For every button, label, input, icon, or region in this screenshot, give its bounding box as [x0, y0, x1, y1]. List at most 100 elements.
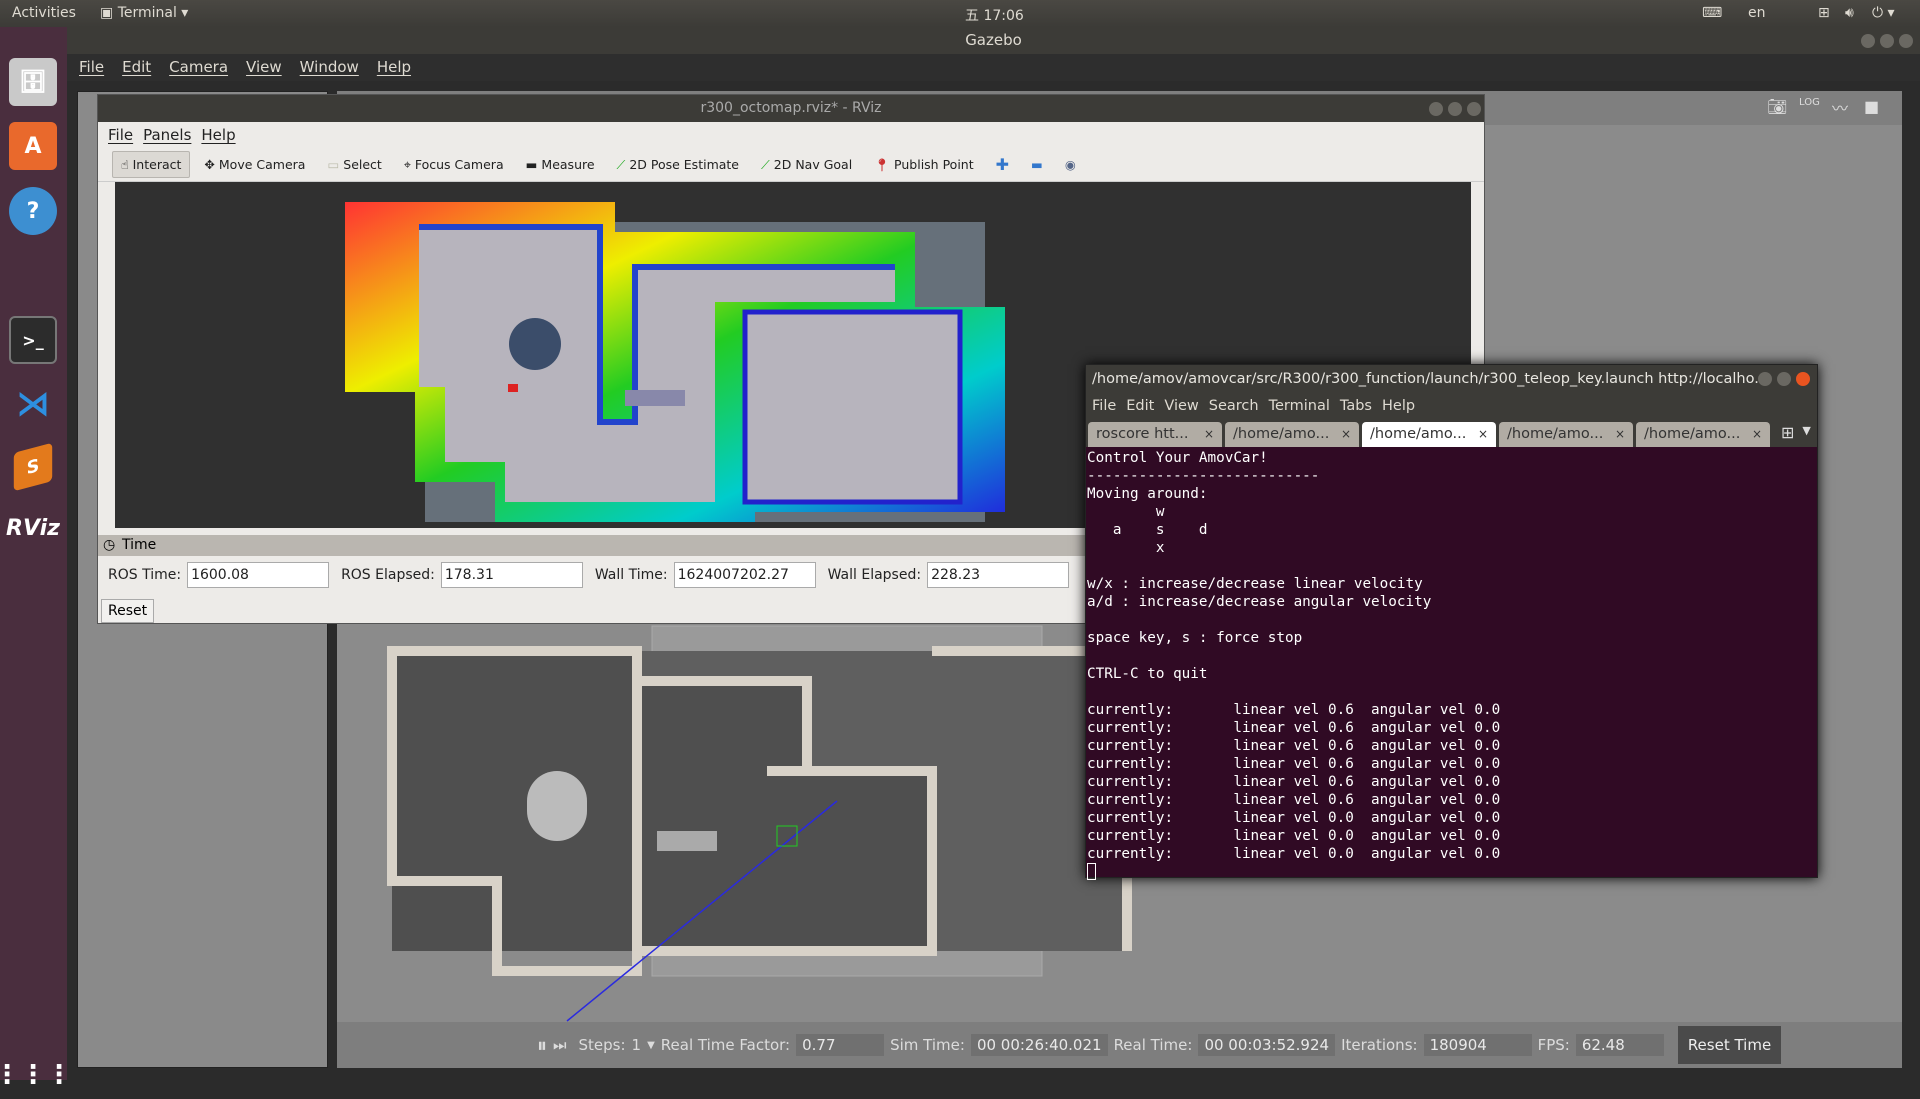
close-tab-icon[interactable]: × [1752, 422, 1762, 447]
tool-2d-nav-goal[interactable]: ⟋ 2D Nav Goal [753, 152, 860, 178]
tool-move-camera[interactable]: ✥ Move Camera [196, 152, 313, 177]
menu-window[interactable]: Window [300, 54, 359, 81]
maximize-button[interactable] [1880, 34, 1894, 48]
real-time-label: Real Time: [1113, 1036, 1193, 1054]
maximize-button[interactable] [1777, 372, 1791, 386]
keyboard-icon[interactable]: ⌨ [1702, 5, 1722, 21]
tabs-dropdown-icon[interactable]: ▼ [1802, 424, 1810, 447]
record-video-icon[interactable]: ■ [1864, 97, 1879, 116]
menu-help[interactable]: Help [1382, 398, 1415, 414]
app-name: Terminal [117, 5, 177, 21]
screenshot-icon[interactable]: 📷︎ [1767, 97, 1787, 116]
wall-time-label: Wall Time: [594, 567, 668, 583]
tool-label: Publish Point [894, 157, 974, 172]
help-icon[interactable]: ? [9, 187, 57, 235]
new-tab-icon[interactable]: ⊞ [1781, 423, 1794, 444]
tool-publish-point[interactable]: 📍︎ Publish Point [866, 152, 981, 178]
minimize-button[interactable] [1429, 102, 1443, 116]
tab-label: /home/amo... [1370, 426, 1467, 442]
terminal-title-bar: /home/amov/amovcar/src/R300/r300_functio… [1086, 365, 1817, 393]
tool-interact[interactable]: ☝ Interact [112, 151, 191, 178]
app-menu-terminal[interactable]: ▣ Terminal ▾ [100, 5, 188, 21]
rviz-label: RViz [6, 515, 60, 541]
terminal-icon[interactable]: >_ [9, 316, 57, 364]
tab-3-active[interactable]: /home/amo... × [1362, 422, 1496, 447]
plot-icon[interactable]: 〰 [1832, 95, 1848, 119]
close-tab-icon[interactable]: × [1615, 422, 1625, 447]
chevron-down-icon[interactable]: ▼ [647, 1040, 655, 1051]
wall-time-field[interactable]: 1624007202.27 [673, 562, 816, 588]
close-button[interactable] [1899, 34, 1913, 48]
activities-button[interactable]: Activities [12, 5, 76, 21]
menu-file[interactable]: File [1092, 398, 1116, 414]
tab-roscore[interactable]: roscore htt... × [1088, 422, 1222, 447]
add-tool-button[interactable]: ✚ [988, 150, 1017, 179]
sublime-icon[interactable]: S [13, 442, 53, 492]
menu-view[interactable]: View [246, 54, 282, 81]
ros-time-label: ROS Time: [108, 567, 182, 583]
reset-button[interactable]: Reset [101, 599, 155, 623]
close-tab-icon[interactable]: × [1204, 422, 1214, 447]
menu-file[interactable]: File [108, 122, 133, 148]
language-selector[interactable]: en [1748, 5, 1766, 21]
top-bar: Activities ▣ Terminal ▾ 五 17:06 ⌨ en ⊞ 🔊… [0, 0, 1920, 27]
menu-help[interactable]: Help [377, 54, 411, 81]
minimize-button[interactable] [1861, 34, 1875, 48]
close-button[interactable] [1796, 372, 1810, 386]
tool-2d-pose-estimate[interactable]: ⟋ 2D Pose Estimate [609, 152, 747, 178]
clock[interactable]: 五 17:06 [965, 5, 1024, 25]
map-pin-icon: 📍︎ [874, 156, 891, 172]
menu-help[interactable]: Help [201, 122, 235, 148]
close-tab-icon[interactable]: × [1478, 422, 1488, 447]
rtf-label: Real Time Factor: [660, 1036, 791, 1054]
close-tab-icon[interactable]: × [1341, 422, 1351, 447]
ros-time-field[interactable]: 1600.08 [187, 562, 330, 588]
tab-2[interactable]: /home/amo... × [1225, 422, 1359, 447]
menu-terminal[interactable]: Terminal [1269, 398, 1330, 414]
fps-label: FPS: [1537, 1036, 1570, 1054]
menu-panels[interactable]: Panels [143, 122, 191, 148]
files-icon[interactable]: 🗄︎ [9, 58, 57, 106]
rviz-menu-bar: File Panels Help [98, 122, 1484, 148]
tab-label: /home/amo... [1233, 426, 1330, 442]
wall-elapsed-field[interactable]: 228.23 [927, 562, 1070, 588]
tool-label: Focus Camera [414, 157, 504, 172]
tool-properties-button[interactable]: ◉ [1057, 152, 1084, 177]
app-grid-icon[interactable]: ⋮⋮⋮ [0, 1051, 72, 1099]
steps-selector[interactable]: 1 [632, 1036, 642, 1054]
tool-select[interactable]: ▭ Select [319, 152, 389, 177]
step-icon[interactable]: ⏭ [553, 1036, 567, 1054]
menu-edit[interactable]: Edit [122, 54, 151, 81]
tab-4[interactable]: /home/amo... × [1499, 422, 1633, 447]
rviz-toolbar: ☝ Interact ✥ Move Camera ▭ Select ⌖ Focus Ca… [98, 148, 1484, 182]
vscode-icon[interactable]: ⋊ [9, 380, 57, 428]
maximize-button[interactable] [1448, 102, 1462, 116]
remove-tool-button[interactable]: ▬ [1023, 152, 1051, 177]
menu-search[interactable]: Search [1209, 398, 1259, 414]
terminal-output[interactable]: Control Your AmovCar! ------------------… [1086, 447, 1817, 887]
software-center-icon[interactable]: A [9, 122, 57, 170]
menu-tabs[interactable]: Tabs [1340, 398, 1372, 414]
menu-edit[interactable]: Edit [1126, 398, 1154, 414]
gazebo-title-bar: Gazebo [67, 27, 1920, 54]
log-icon[interactable]: LOG [1799, 97, 1820, 108]
reset-time-button[interactable]: Reset Time [1677, 1026, 1782, 1064]
pause-icon[interactable]: ⏸ [537, 1033, 547, 1057]
real-time-value: 00 00:03:52.924 [1198, 1034, 1336, 1056]
minimize-button[interactable] [1758, 372, 1772, 386]
power-icon[interactable]: ⏻ ▾ [1872, 5, 1895, 21]
rviz-icon[interactable]: RViz [6, 504, 60, 552]
clock-icon: ◷ [103, 537, 116, 553]
ros-elapsed-field[interactable]: 178.31 [440, 562, 583, 588]
tab-5[interactable]: /home/amo... × [1636, 422, 1770, 447]
menu-view[interactable]: View [1164, 398, 1198, 414]
menu-file[interactable]: File [79, 54, 104, 81]
tool-measure[interactable]: ▬ Measure [518, 152, 603, 177]
network-icon[interactable]: ⊞ [1818, 5, 1830, 21]
menu-camera[interactable]: Camera [169, 54, 228, 81]
tool-focus-camera[interactable]: ⌖ Focus Camera [396, 152, 512, 178]
tool-label: 2D Pose Estimate [629, 157, 739, 172]
time-panel-title: Time [122, 537, 157, 553]
volume-icon[interactable]: 🔊︎ [1845, 5, 1854, 21]
close-button[interactable] [1467, 102, 1481, 116]
